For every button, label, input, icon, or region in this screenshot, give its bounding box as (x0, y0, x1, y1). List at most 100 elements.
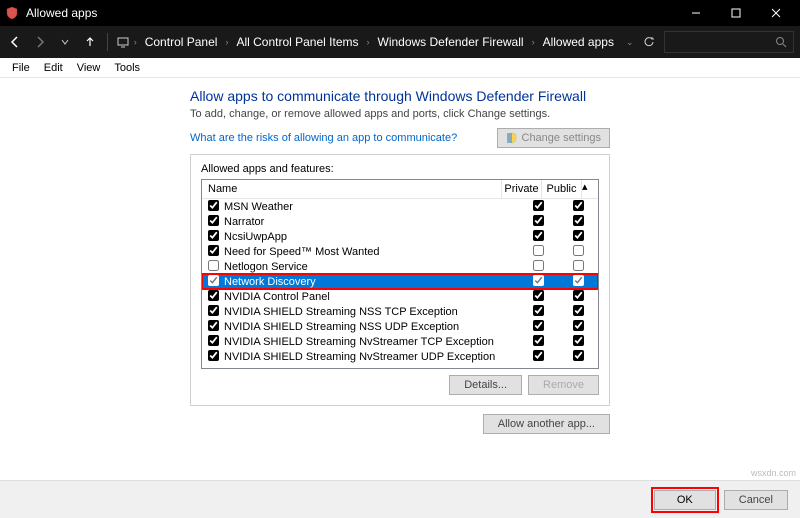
recent-button[interactable] (55, 31, 74, 53)
public-checkbox[interactable] (558, 260, 598, 274)
public-checkbox[interactable] (558, 350, 598, 364)
search-input[interactable] (664, 31, 794, 53)
private-checkbox[interactable] (518, 365, 558, 366)
list-item[interactable]: Netlogon Service (202, 259, 598, 274)
app-name: MSN Weather (224, 201, 518, 213)
private-checkbox[interactable] (518, 245, 558, 259)
ok-button[interactable]: OK (654, 490, 716, 510)
menu-file[interactable]: File (6, 60, 36, 76)
back-button[interactable] (6, 31, 25, 53)
change-settings-button[interactable]: Change settings (497, 128, 611, 148)
menu-view[interactable]: View (71, 60, 107, 76)
private-checkbox[interactable] (518, 275, 558, 289)
menu-edit[interactable]: Edit (38, 60, 69, 76)
watermark: wsxdn.com (751, 468, 796, 478)
private-checkbox[interactable] (518, 305, 558, 319)
list-item[interactable]: Narrator (202, 214, 598, 229)
list-item[interactable]: MSN Weather (202, 199, 598, 214)
app-enable-checkbox[interactable] (206, 275, 220, 289)
forward-button[interactable] (31, 31, 50, 53)
public-checkbox[interactable] (558, 275, 598, 289)
public-checkbox[interactable] (558, 215, 598, 229)
private-checkbox[interactable] (518, 290, 558, 304)
list-item[interactable]: NVIDIA Control Panel (202, 289, 598, 304)
private-checkbox[interactable] (518, 200, 558, 214)
private-checkbox[interactable] (518, 350, 558, 364)
cancel-button[interactable]: Cancel (724, 490, 788, 510)
footer: OK Cancel (0, 480, 800, 518)
col-private[interactable]: Private (502, 180, 542, 198)
private-checkbox[interactable] (518, 215, 558, 229)
col-public[interactable]: Public (542, 180, 582, 198)
page-subtext: To add, change, or remove allowed apps a… (190, 108, 800, 120)
breadcrumb-item[interactable]: Allowed apps (539, 33, 618, 51)
app-enable-checkbox[interactable] (206, 365, 220, 366)
app-name: NcsiUwpApp (224, 231, 518, 243)
col-name[interactable]: Name (202, 180, 502, 198)
app-name: NVIDIA SHIELD Streaming NvStreamer UDP E… (224, 351, 518, 363)
minimize-button[interactable] (676, 0, 716, 26)
app-enable-checkbox[interactable] (206, 350, 220, 364)
app-enable-checkbox[interactable] (206, 320, 220, 334)
close-button[interactable] (756, 0, 796, 26)
menu-tools[interactable]: Tools (108, 60, 146, 76)
app-enable-checkbox[interactable] (206, 305, 220, 319)
firewall-icon (4, 5, 20, 21)
private-checkbox[interactable] (518, 230, 558, 244)
allow-another-app-button[interactable]: Allow another app... (483, 414, 610, 434)
public-checkbox[interactable] (558, 335, 598, 349)
breadcrumb-item[interactable]: Control Panel (141, 33, 222, 51)
app-enable-checkbox[interactable] (206, 335, 220, 349)
chevron-down-icon[interactable]: ⌄ (626, 37, 634, 48)
app-enable-checkbox[interactable] (206, 260, 220, 274)
public-checkbox[interactable] (558, 305, 598, 319)
list-item[interactable]: NVIDIA SHIELD Streaming NvStreamer TCP E… (202, 334, 598, 349)
private-checkbox[interactable] (518, 320, 558, 334)
risks-link[interactable]: What are the risks of allowing an app to… (190, 132, 457, 144)
scroll-up-icon[interactable]: ▴ (582, 180, 598, 198)
list-item[interactable]: Network Discovery (202, 274, 598, 289)
chevron-right-icon: › (225, 37, 228, 47)
list-item[interactable]: NVIDIA SHIELD Streaming SSAS UDP Excepti… (202, 364, 598, 365)
list-item[interactable]: NcsiUwpApp (202, 229, 598, 244)
app-enable-checkbox[interactable] (206, 245, 220, 259)
list-item[interactable]: Need for Speed™ Most Wanted (202, 244, 598, 259)
public-checkbox[interactable] (558, 200, 598, 214)
app-enable-checkbox[interactable] (206, 215, 220, 229)
app-enable-checkbox[interactable] (206, 230, 220, 244)
page-heading: Allow apps to communicate through Window… (190, 88, 800, 104)
app-name: Network Discovery (224, 276, 518, 288)
public-checkbox[interactable] (558, 320, 598, 334)
titlebar: Allowed apps (0, 0, 800, 26)
app-name: Need for Speed™ Most Wanted (224, 246, 518, 258)
list-item[interactable]: NVIDIA SHIELD Streaming NvStreamer UDP E… (202, 349, 598, 364)
chevron-right-icon: › (134, 37, 137, 47)
window-title: Allowed apps (26, 6, 676, 20)
breadcrumb-item[interactable]: Windows Defender Firewall (374, 33, 528, 51)
app-enable-checkbox[interactable] (206, 200, 220, 214)
private-checkbox[interactable] (518, 335, 558, 349)
details-button[interactable]: Details... (449, 375, 522, 395)
pc-icon (116, 35, 130, 49)
maximize-button[interactable] (716, 0, 756, 26)
chevron-right-icon: › (367, 37, 370, 47)
app-name: NVIDIA SHIELD Streaming NSS TCP Exceptio… (224, 306, 518, 318)
app-enable-checkbox[interactable] (206, 290, 220, 304)
public-checkbox[interactable] (558, 365, 598, 366)
public-checkbox[interactable] (558, 245, 598, 259)
shield-icon (506, 132, 518, 144)
app-name: Netlogon Service (224, 261, 518, 273)
app-name: NVIDIA Control Panel (224, 291, 518, 303)
list-item[interactable]: NVIDIA SHIELD Streaming NSS TCP Exceptio… (202, 304, 598, 319)
content-area: Allow apps to communicate through Window… (0, 78, 800, 434)
public-checkbox[interactable] (558, 230, 598, 244)
private-checkbox[interactable] (518, 260, 558, 274)
breadcrumb[interactable]: › Control Panel › All Control Panel Item… (116, 33, 634, 51)
refresh-button[interactable] (640, 31, 659, 53)
breadcrumb-item[interactable]: All Control Panel Items (232, 33, 362, 51)
up-button[interactable] (80, 31, 99, 53)
list-item[interactable]: NVIDIA SHIELD Streaming NSS UDP Exceptio… (202, 319, 598, 334)
apps-listbox[interactable]: Name Private Public ▴ MSN WeatherNarrato… (201, 179, 599, 369)
list-body[interactable]: MSN WeatherNarrator NcsiUwpApp Need for Sp… (202, 199, 598, 365)
public-checkbox[interactable] (558, 290, 598, 304)
